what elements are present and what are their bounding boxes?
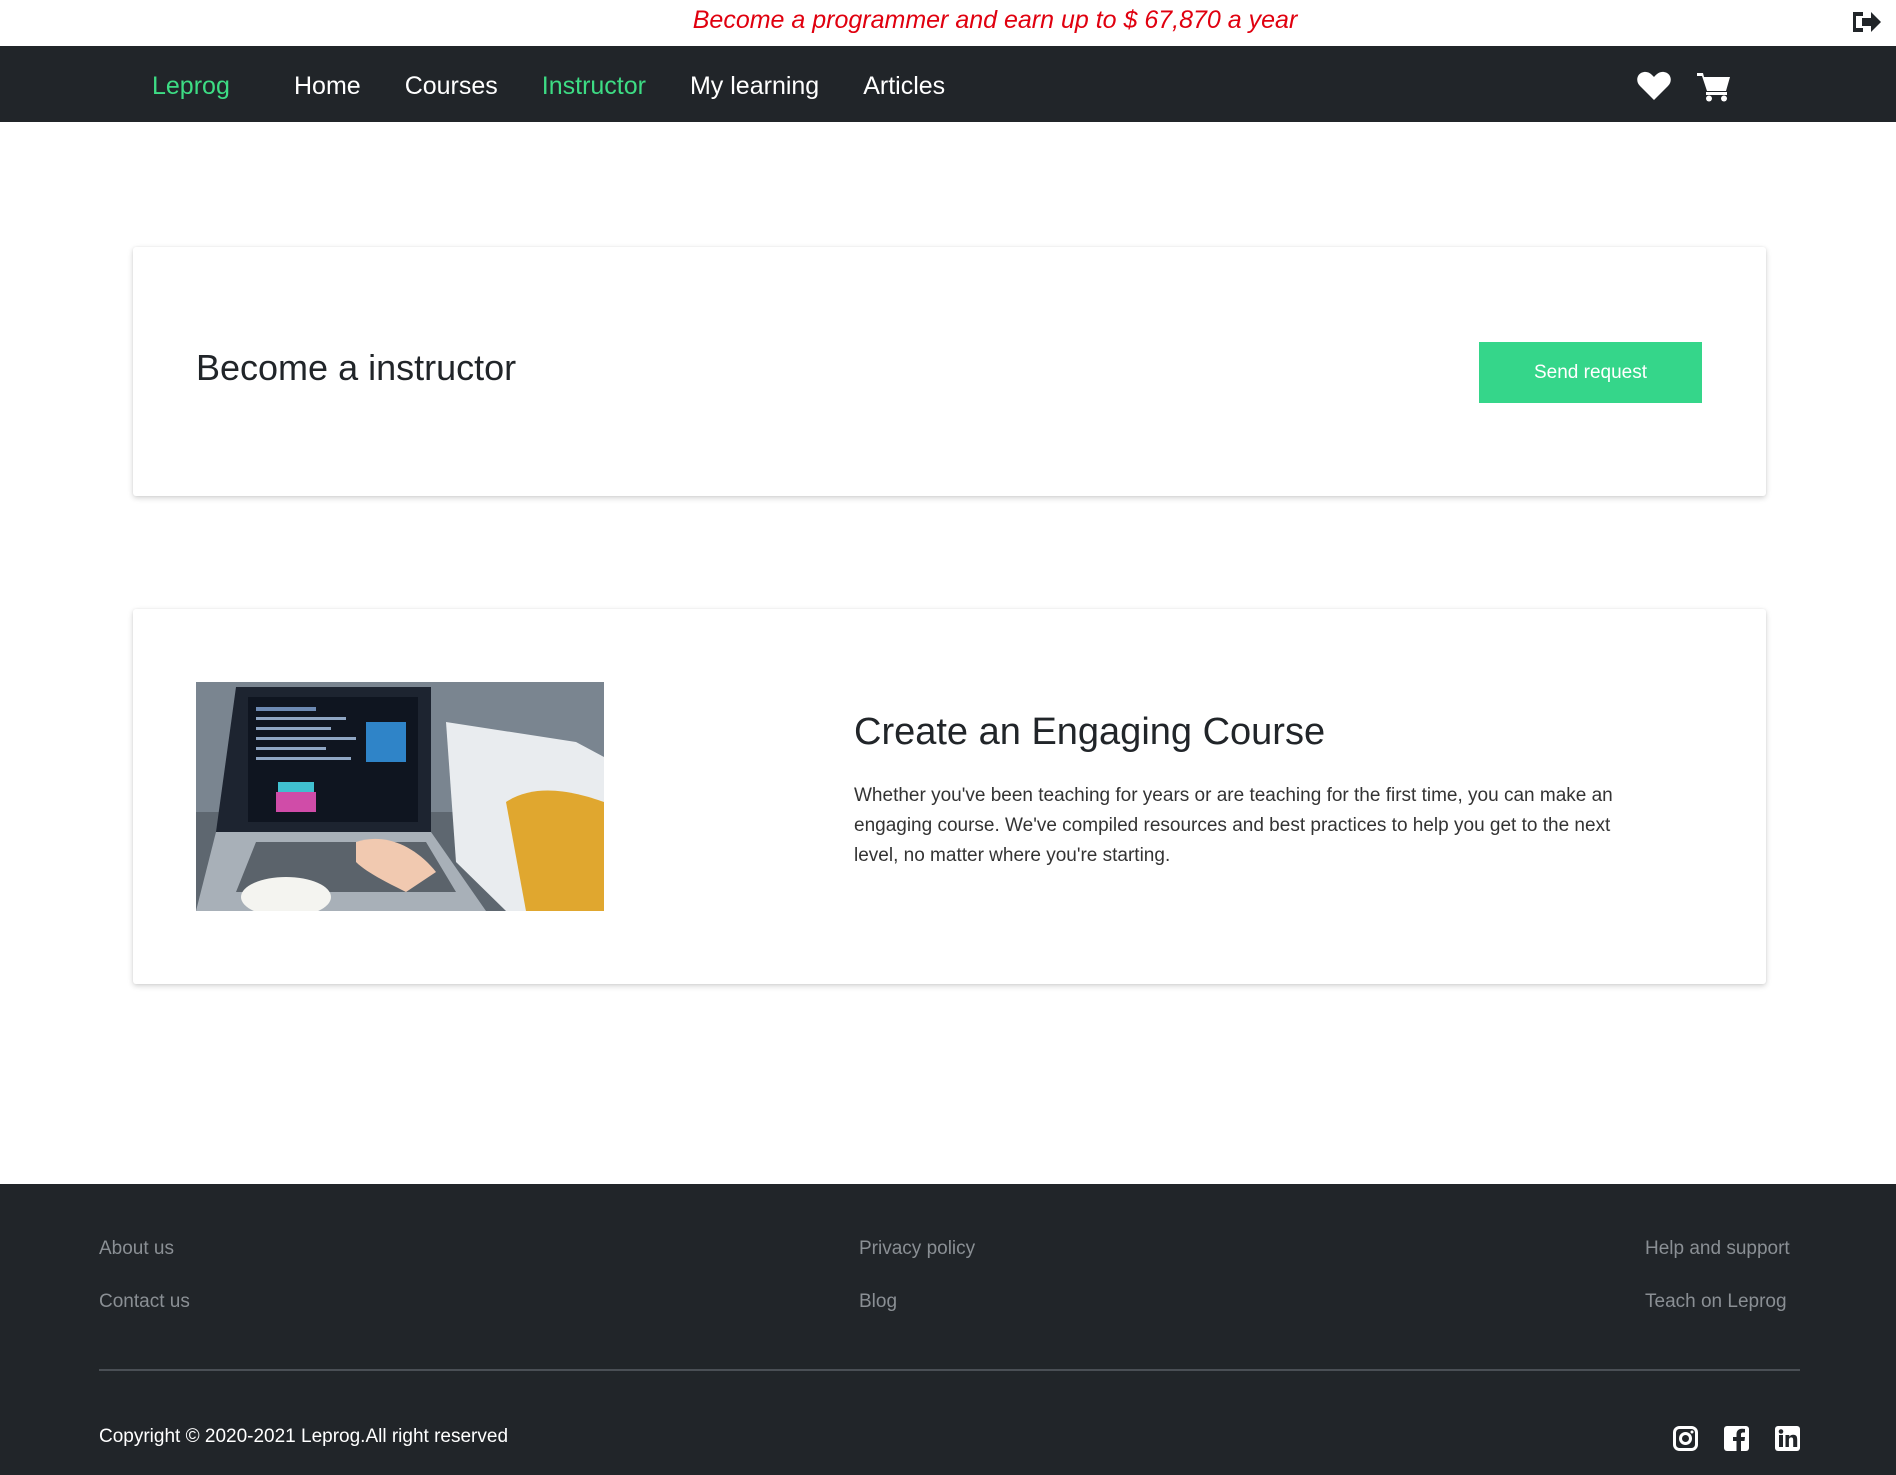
nav-link-my-learning[interactable]: My learning	[690, 72, 819, 101]
footer-link-blog[interactable]: Blog	[859, 1291, 975, 1313]
nav-link-instructor[interactable]: Instructor	[542, 72, 646, 101]
social-links	[1673, 1426, 1800, 1451]
nav-icons	[1636, 70, 1732, 102]
promo-bar: Become a programmer and earn up to $ 67,…	[0, 0, 1896, 46]
footer-link-help-support[interactable]: Help and support	[1645, 1238, 1790, 1260]
become-instructor-title: Become a instructor	[196, 347, 517, 388]
brand-logo-link[interactable]: Leprog	[152, 72, 230, 101]
facebook-icon[interactable]	[1724, 1426, 1749, 1451]
site-footer: About us Contact us Privacy policy Blog …	[0, 1184, 1896, 1475]
footer-link-privacy-policy[interactable]: Privacy policy	[859, 1238, 975, 1260]
footer-link-about-us[interactable]: About us	[99, 1238, 190, 1260]
copyright-text: Copyright © 2020-2021 Leprog.All right r…	[99, 1426, 509, 1447]
footer-divider	[99, 1369, 1800, 1371]
send-request-button[interactable]: Send request	[1479, 342, 1702, 403]
footer-column-2: Privacy policy Blog	[859, 1238, 975, 1344]
footer-link-teach[interactable]: Teach on Leprog	[1645, 1291, 1790, 1313]
promo-text: Become a programmer and earn up to $ 67,…	[692, 6, 1298, 34]
nav-link-courses[interactable]: Courses	[405, 72, 498, 101]
feature-description: Whether you've been teaching for years o…	[854, 785, 1613, 866]
laptop-photo	[196, 682, 604, 911]
heart-icon[interactable]	[1636, 70, 1672, 102]
footer-link-contact-us[interactable]: Contact us	[99, 1291, 190, 1313]
cart-icon[interactable]	[1696, 70, 1732, 102]
nav-links: Home Courses Instructor My learning Arti…	[294, 72, 989, 101]
engaging-course-card: Create an Engaging Course Whether you've…	[133, 609, 1766, 984]
nav-link-articles[interactable]: Articles	[863, 72, 945, 101]
footer-column-3: Help and support Teach on Leprog	[1645, 1238, 1790, 1344]
footer-column-1: About us Contact us	[99, 1238, 190, 1344]
become-instructor-card: Become a instructor Send request	[133, 247, 1766, 496]
instagram-icon[interactable]	[1673, 1426, 1698, 1451]
sign-out-icon[interactable]	[1850, 7, 1882, 37]
linkedin-icon[interactable]	[1775, 1426, 1800, 1451]
main-navbar: Leprog Home Courses Instructor My learni…	[0, 46, 1896, 122]
feature-title: Create an Engaging Course	[854, 711, 1326, 753]
nav-link-home[interactable]: Home	[294, 72, 361, 101]
